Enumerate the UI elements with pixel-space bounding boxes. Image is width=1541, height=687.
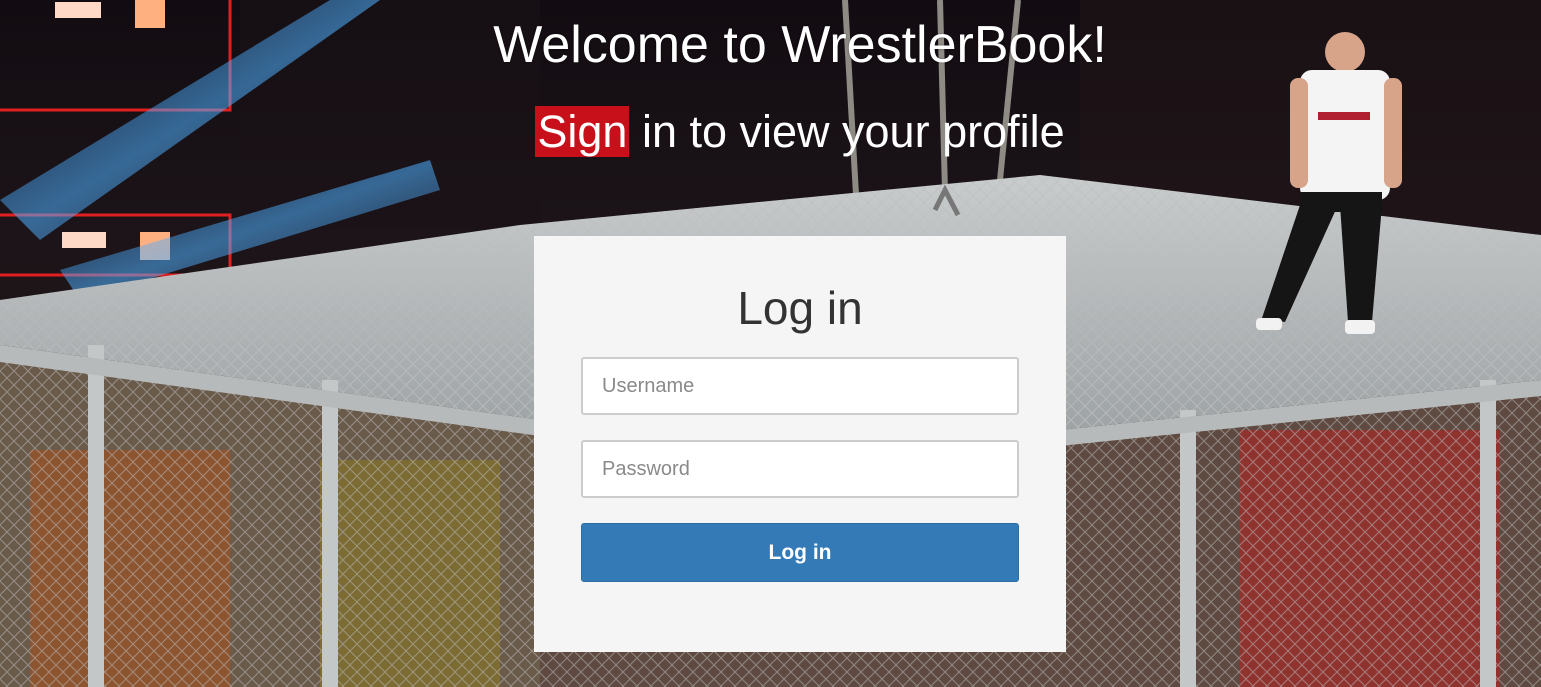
- subtitle-highlight: Sign: [535, 106, 630, 157]
- login-title: Log in: [737, 282, 863, 334]
- page-title: Welcome to WrestlerBook!: [493, 16, 1107, 74]
- login-button[interactable]: Log in: [581, 523, 1019, 582]
- username-input[interactable]: [581, 357, 1019, 415]
- subtitle-text: in to view your profile: [629, 106, 1065, 157]
- password-input[interactable]: [581, 440, 1019, 498]
- page-subtitle: Sign in to view your profile: [0, 103, 1541, 161]
- login-page: Welcome to WrestlerBook! Sign in to view…: [0, 0, 1541, 687]
